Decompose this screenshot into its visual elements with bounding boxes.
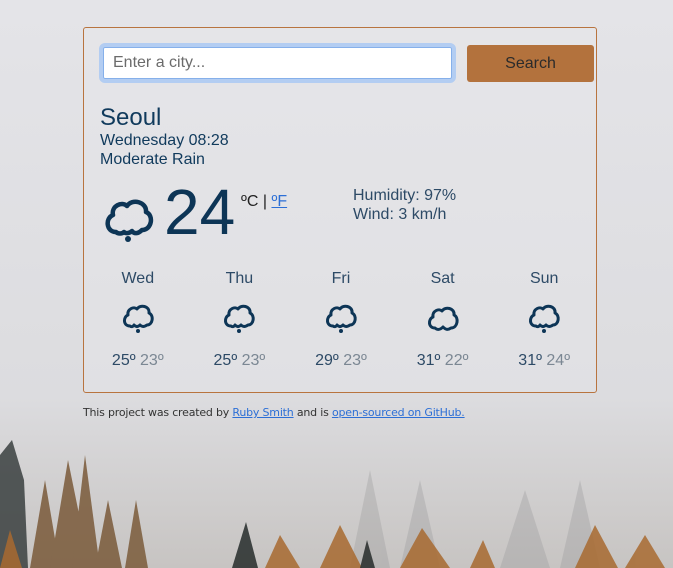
forecast-min-temp: 24º — [546, 352, 571, 369]
celsius-unit: ºC — [241, 193, 259, 210]
search-form: Search — [99, 43, 594, 83]
forecast-day: Thu 25º 23º — [189, 270, 291, 370]
author-link[interactable]: Ruby Smith — [232, 406, 293, 419]
forecast-temps: 31º 22º — [392, 352, 494, 370]
forecast-temps: 25º 23º — [189, 352, 291, 370]
github-repo-link[interactable]: open-sourced on GitHub. — [332, 406, 465, 419]
weather-details: Humidity: 97% Wind: 3 km/h — [353, 186, 456, 224]
city-name: Seoul — [100, 104, 162, 131]
humidity-value: Humidity: 97% — [353, 187, 457, 204]
forecast-max-temp: 25º — [213, 352, 238, 369]
forecast-min-temp: 23º — [343, 352, 367, 369]
forecast-temps: 29º 23º — [290, 352, 392, 370]
forecast-row: Wed 25º 23º Thu 25º 23º Fri 29º 23º Sat 31º 22º… — [87, 270, 595, 370]
forecast-day-name: Thu — [225, 270, 254, 287]
current-temperature: 24 — [164, 176, 236, 248]
footer-middle: and is — [296, 406, 329, 419]
forecast-day-name: Sat — [430, 270, 455, 287]
forecast-day: Sun 31º 24º — [493, 270, 595, 370]
rain-cloud-icon — [224, 304, 256, 333]
forecast-day-name: Wed — [121, 270, 155, 287]
forecast-day-name: Fri — [331, 270, 351, 287]
forecast-min-temp: 23º — [140, 352, 164, 369]
forecast-day: Wed 25º 23º — [87, 270, 189, 370]
unit-separator: | — [262, 193, 268, 210]
forecast-max-temp: 25º — [111, 352, 136, 369]
forecast-max-temp: 31º — [416, 352, 441, 369]
forecast-min-temp: 23º — [241, 352, 266, 369]
rain-cloud-icon — [105, 199, 154, 242]
weather-app-card: Search Seoul Wednesday 08:28 Moderate Ra… — [83, 27, 597, 393]
rain-cloud-icon — [122, 304, 154, 333]
rain-cloud-icon — [325, 304, 357, 333]
cloud-icon — [427, 306, 459, 331]
search-button[interactable]: Search — [467, 45, 594, 82]
forecast-day-name: Sun — [529, 270, 559, 287]
forecast-max-temp: 31º — [518, 352, 542, 369]
weather-description: Moderate Rain — [100, 151, 205, 168]
footer-credit: This project was created by Ruby Smith a… — [83, 406, 465, 419]
forecast-temps: 31º 24º — [493, 352, 595, 370]
forecast-min-temp: 22º — [444, 352, 469, 369]
fahrenheit-link[interactable]: ºF — [271, 193, 287, 210]
forecast-day: Sat 31º 22º — [392, 270, 494, 370]
unit-toggle: ºC | ºF — [241, 193, 287, 211]
footer-prefix: This project was created by — [83, 406, 230, 419]
forecast-temps: 25º 23º — [87, 352, 189, 370]
forecast-day: Fri 29º 23º — [290, 270, 392, 370]
wind-value: Wind: 3 km/h — [353, 206, 447, 223]
city-search-input[interactable] — [99, 43, 456, 83]
forecast-max-temp: 29º — [315, 352, 339, 369]
current-datetime: Wednesday 08:28 — [100, 132, 229, 149]
rain-cloud-icon — [529, 304, 560, 333]
